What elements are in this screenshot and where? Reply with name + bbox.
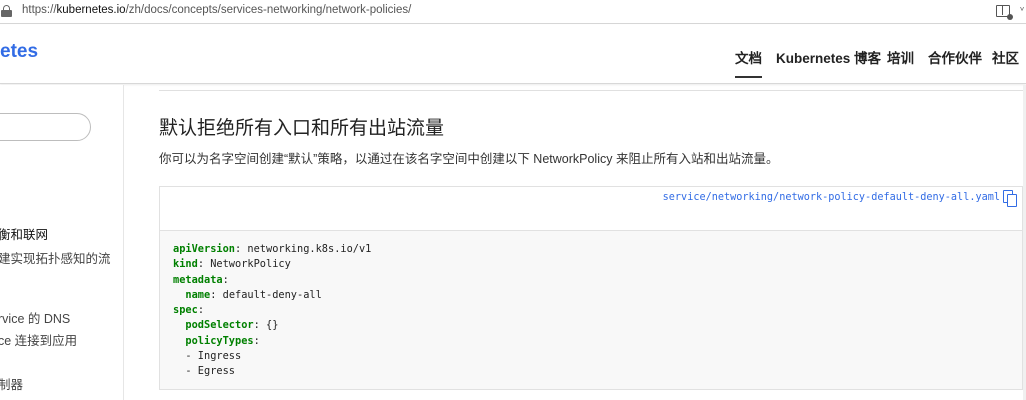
url-host: kubernetes.io [56, 4, 126, 16]
yaml-value: : [197, 304, 205, 317]
nav-training[interactable]: 培训 [887, 47, 914, 67]
code-line: policyTypes: [173, 334, 371, 349]
yaml-value: - Egress [185, 365, 236, 378]
yaml-key: name [185, 288, 211, 301]
nav-community[interactable]: 社区 [992, 47, 1019, 67]
main-content: 默认拒绝所有入口和所有出站流量 你可以为名字空间创建“默认”策略，以通过在该名字… [124, 85, 1026, 400]
yaml-file-link[interactable]: service/networking/network-policy-defaul… [663, 192, 1000, 203]
code-line: spec: [173, 303, 371, 318]
divider [159, 90, 1023, 91]
url-prefix: https:// [22, 4, 57, 16]
code-line: - Egress [173, 364, 371, 379]
sidebar-item-networking[interactable]: 衡和联网 [0, 224, 48, 243]
yaml-code: apiVersion: networking.k8s.io/v1 kind: Ne… [173, 242, 371, 380]
yaml-key: metadata [173, 273, 223, 286]
code-line: apiVersion: networking.k8s.io/v1 [173, 242, 371, 257]
yaml-key: apiVersion [173, 243, 235, 255]
yaml-value: : [222, 273, 229, 286]
sidebar: 衡和联网 建实现拓扑感知的流 rvice 的 DNS ce 连接到应用 制器 [0, 85, 124, 400]
site-header: etes 文档 Kubernetes 博客 培训 合作伙伴 社区 [0, 25, 1026, 84]
code-file-header: service/networking/network-policy-defaul… [159, 186, 1023, 230]
lock-icon[interactable] [1, 5, 12, 17]
yaml-value: : NetworkPolicy [197, 258, 291, 271]
code-line: podSelector: {} [173, 318, 371, 333]
yaml-value: : {} [253, 319, 279, 332]
nav-partners[interactable]: 合作伙伴 [928, 47, 982, 67]
translate-icon[interactable]: ᵛ [1020, 4, 1025, 17]
yaml-key: spec [173, 304, 198, 317]
yaml-value: - Ingress [185, 350, 242, 363]
yaml-code-block: apiVersion: networking.k8s.io/v1 kind: Ne… [159, 230, 1023, 390]
yaml-value: : networking.k8s.io/v1 [235, 243, 372, 255]
yaml-key: kind [173, 258, 198, 271]
sidebar-item-topology[interactable]: 建实现拓扑感知的流 [0, 248, 111, 267]
section-title: 默认拒绝所有入口和所有出站流量 [159, 117, 445, 139]
sidebar-item-controller[interactable]: 制器 [0, 374, 23, 393]
code-line: metadata: [173, 273, 371, 288]
sidebar-search-input[interactable] [0, 113, 91, 141]
nav-blog[interactable]: Kubernetes 博客 [776, 47, 881, 67]
code-line: name: default-deny-all [173, 288, 371, 303]
site-logo[interactable]: etes [0, 41, 38, 63]
sidebar-item-dns[interactable]: rvice 的 DNS [0, 308, 70, 327]
yaml-value: : default-deny-all [210, 288, 322, 301]
url-path: /zh/docs/concepts/services-networking/ne… [125, 4, 412, 16]
reader-view-icon[interactable] [996, 5, 1013, 20]
yaml-value: : [253, 334, 260, 347]
code-line: kind: NetworkPolicy [173, 257, 371, 272]
code-line: - Ingress [173, 349, 371, 364]
section-description: 你可以为名字空间创建“默认”策略，以通过在该名字空间中创建以下 NetworkP… [159, 152, 779, 166]
url-text[interactable]: https://kubernetes.io/zh/docs/concepts/s… [22, 4, 411, 16]
nav-docs[interactable]: 文档 [735, 47, 762, 78]
browser-url-bar[interactable]: https://kubernetes.io/zh/docs/concepts/s… [0, 0, 1026, 24]
copy-icon[interactable] [1003, 190, 1018, 207]
yaml-key: policyTypes [185, 334, 254, 347]
sidebar-item-connect-apps[interactable]: ce 连接到应用 [0, 330, 77, 349]
yaml-key: podSelector [185, 319, 254, 332]
